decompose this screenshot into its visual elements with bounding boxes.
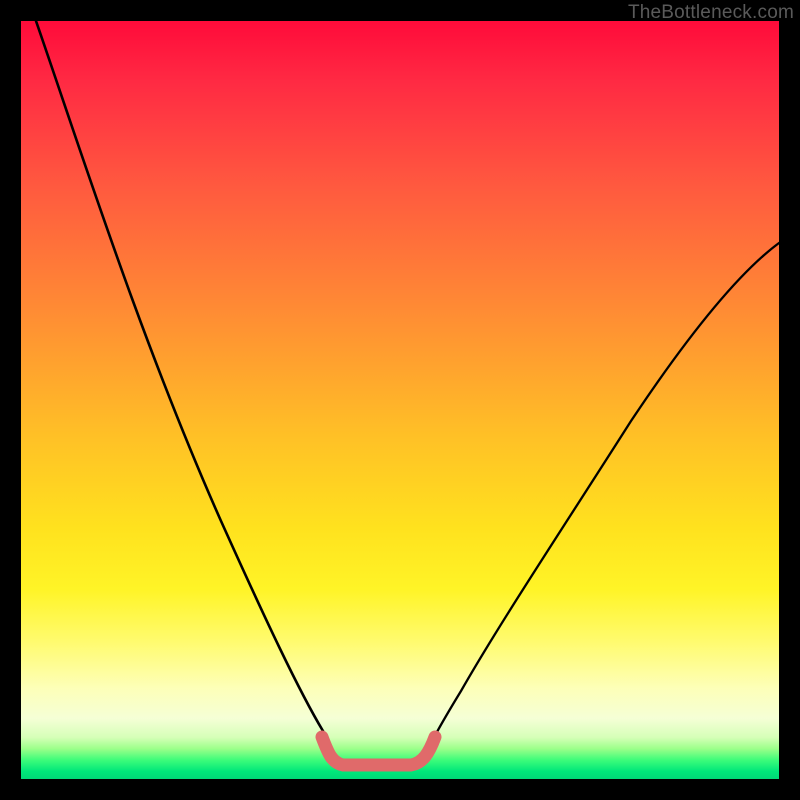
curve-layer <box>21 21 779 779</box>
right-curve <box>423 243 779 761</box>
plot-area <box>21 21 779 779</box>
left-curve <box>36 21 334 761</box>
watermark-text: TheBottleneck.com <box>628 2 794 24</box>
chart-frame: TheBottleneck.com <box>0 0 800 800</box>
pink-marker <box>322 737 435 765</box>
